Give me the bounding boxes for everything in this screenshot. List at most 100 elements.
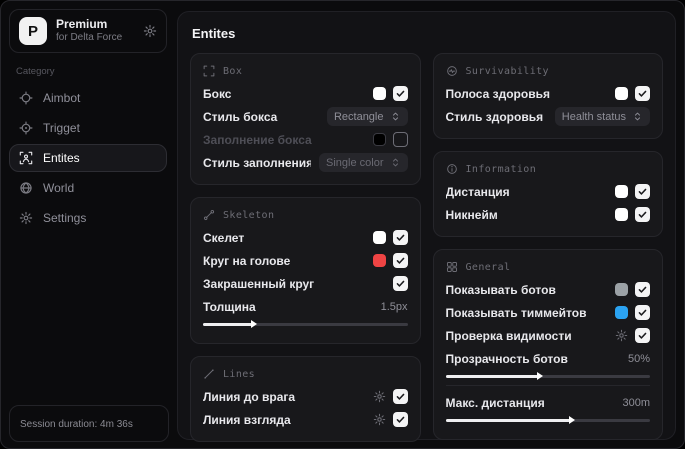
sidebar-item-trigget[interactable]: Trigget [9, 114, 167, 142]
setting-controls [392, 276, 408, 291]
session-duration: Session duration: 4m 36s [9, 405, 169, 442]
setting-controls [373, 389, 408, 404]
color-swatch[interactable] [372, 87, 386, 100]
slider-thumb[interactable] [569, 416, 576, 424]
panel-header: General [446, 261, 651, 273]
checkbox[interactable] [392, 412, 408, 427]
sidebar-item-entites[interactable]: Entites [9, 144, 167, 172]
slider-fill [445, 375, 538, 378]
dropdown-value: Rectangle [333, 110, 384, 123]
setting-controls [373, 412, 408, 427]
setting-value: 1.5px [380, 300, 408, 313]
setting-label: Линия взгляда [203, 412, 291, 427]
checkbox[interactable] [635, 305, 650, 320]
setting-label: Никнейм [445, 207, 498, 222]
globe-icon [19, 181, 33, 195]
panel-title: Information [465, 163, 537, 175]
setting-row: Прозрачность ботов 50% [446, 347, 651, 370]
color-swatch[interactable] [372, 133, 386, 146]
panel-skeleton: Skeleton Скелет Круг на голове Закрашенный … [190, 197, 421, 344]
setting-label: Закрашенный круг [203, 276, 315, 291]
setting-controls [615, 305, 650, 320]
sidebar-item-aimbot[interactable]: Aimbot [9, 84, 167, 112]
gear-icon[interactable] [143, 24, 157, 38]
setting-controls: Rectangle [326, 107, 408, 126]
panel-box: Box Бокс Стиль бокса Rectangle Заполнение бо… [190, 53, 421, 185]
setting-row: Стиль здоровья Health status [446, 105, 650, 128]
slider[interactable] [445, 372, 650, 380]
setting-row: Круг на голове [203, 249, 408, 272]
setting-controls [615, 282, 650, 297]
panel-header: Skeleton [203, 209, 408, 221]
slider-thumb[interactable] [536, 372, 543, 380]
target-icon [19, 121, 33, 135]
panel-title: Box [223, 65, 243, 77]
color-swatch[interactable] [372, 254, 386, 267]
checkbox[interactable] [392, 389, 408, 404]
dropdown[interactable]: Health status [554, 107, 650, 126]
checkbox[interactable] [392, 230, 408, 245]
checkbox[interactable] [635, 328, 650, 343]
setting-label: Стиль заполнения [203, 155, 312, 170]
line-icon [203, 368, 215, 380]
sidebar-item-world[interactable]: World [9, 174, 167, 202]
panel-columns: Box Бокс Стиль бокса Rectangle Заполнение бо… [190, 53, 663, 448]
setting-controls [615, 207, 650, 222]
crosshair-icon [19, 91, 33, 105]
slider-fill [445, 419, 571, 422]
slider[interactable] [445, 416, 650, 424]
setting-row: Закрашенный круг [203, 272, 408, 295]
panel-title: Lines [223, 368, 256, 380]
brand-text: Premium for Delta Force [56, 17, 122, 45]
checkbox[interactable] [392, 86, 408, 101]
sidebar-item-label: World [43, 181, 75, 195]
checkbox[interactable] [635, 184, 650, 199]
setting-controls [372, 86, 408, 101]
setting-controls [372, 230, 408, 245]
panel-header: Information [446, 163, 651, 175]
setting-controls [615, 184, 650, 199]
checkbox[interactable] [635, 282, 650, 297]
dropdown-value: Health status [561, 110, 626, 123]
panel-survivability: Survivability Полоса здоровья Стиль здоров… [432, 53, 663, 139]
checkbox[interactable] [635, 207, 650, 222]
setting-row: Показывать тиммейтов [445, 301, 650, 324]
setting-controls: Single color [319, 153, 408, 172]
setting-label: Полоса здоровья [445, 86, 550, 101]
info-icon [446, 163, 458, 175]
dropdown[interactable]: Rectangle [326, 107, 408, 126]
setting-controls [372, 132, 408, 147]
chevrons-up-down-icon [390, 111, 401, 122]
color-swatch[interactable] [615, 283, 628, 296]
checkbox[interactable] [392, 132, 408, 147]
dropdown[interactable]: Single color [319, 153, 408, 172]
gear-icon[interactable] [373, 413, 386, 426]
left-column: Box Бокс Стиль бокса Rectangle Заполнение бо… [190, 53, 421, 448]
setting-value: 300m [622, 396, 650, 409]
color-swatch[interactable] [615, 87, 628, 100]
gear-icon[interactable] [615, 329, 628, 342]
slider-thumb[interactable] [251, 320, 258, 328]
setting-label: Проверка видимости [445, 328, 572, 343]
panel-header: Lines [203, 368, 408, 380]
color-swatch[interactable] [615, 208, 628, 221]
scan-icon [203, 65, 215, 77]
checkbox[interactable] [392, 276, 408, 291]
checkbox[interactable] [635, 86, 650, 101]
slider[interactable] [203, 320, 408, 328]
sidebar-item-label: Entites [43, 151, 80, 165]
color-swatch[interactable] [615, 306, 628, 319]
brand-subtitle: for Delta Force [56, 32, 123, 44]
setting-label: Показывать тиммейтов [445, 305, 587, 320]
setting-row: Линия до врага [203, 385, 408, 408]
color-swatch[interactable] [372, 231, 386, 244]
sidebar-item-settings[interactable]: Settings [9, 204, 167, 232]
setting-label: Круг на голове [203, 253, 291, 268]
setting-controls [615, 328, 650, 343]
checkbox[interactable] [392, 253, 408, 268]
color-swatch[interactable] [615, 185, 628, 198]
gear-icon[interactable] [373, 390, 386, 403]
pulse-icon [446, 65, 458, 77]
slider-fill [203, 323, 253, 326]
setting-row: Показывать ботов [446, 278, 650, 301]
